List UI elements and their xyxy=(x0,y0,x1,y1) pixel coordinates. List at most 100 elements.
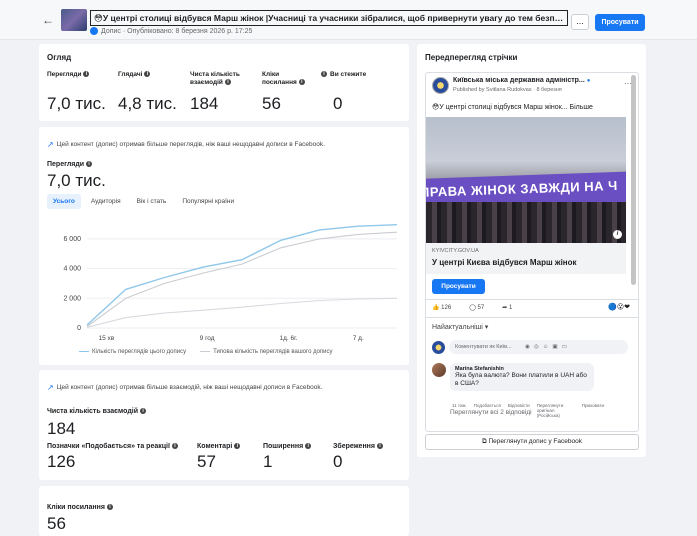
metric-label: Перегляди xyxy=(47,71,82,78)
link-title: У центрі Києва відбувся Марш жінок xyxy=(432,258,577,267)
metric-label: Чиста кількість взаємодій xyxy=(190,71,240,86)
metric-follows: i Ви стежите 0 xyxy=(321,71,401,113)
page-name[interactable]: Київська міська державна адміністр... ● xyxy=(453,77,603,84)
metric-link-clicks: Кліки посилання i 56 xyxy=(262,71,306,113)
commenter-avatar xyxy=(432,363,446,377)
post-thumbnail xyxy=(61,9,87,31)
more-options-button[interactable]: ... xyxy=(571,14,589,30)
view-on-facebook-button[interactable]: ⧉ Переглянути допис у Facebook xyxy=(425,434,639,450)
share-action[interactable]: ➦ 1 xyxy=(502,304,512,311)
top-bar: ← 😳У центрі столиці відбувся Марш жінок … xyxy=(0,0,697,40)
post-title: 😳У центрі столиці відбувся Марш жінок |У… xyxy=(90,10,568,26)
metric-label: Кліки посилання xyxy=(262,71,297,86)
comment-original-link[interactable]: Переглянути оригінал (Російська) xyxy=(537,403,575,418)
metric-value: 184 xyxy=(190,94,219,113)
sort-dropdown[interactable]: Найактуальніші ▾ xyxy=(432,323,488,331)
comment-placeholder: Коментувати як Київ... xyxy=(455,344,512,350)
info-icon[interactable]: i xyxy=(144,71,151,78)
metric-label: Позначки «Подобається» та реакції xyxy=(47,443,170,450)
metric-label: Поширення xyxy=(263,443,304,450)
info-icon[interactable]: i xyxy=(83,71,90,78)
preview-scrollbar[interactable] xyxy=(631,75,636,285)
legend-item-this-post: Кількість переглядів цього допису xyxy=(79,349,186,355)
composer-avatar xyxy=(432,340,445,354)
comment-count: 57 xyxy=(477,305,485,311)
comment-input[interactable]: Коментувати як Київ... ◉◎☺▣▭ xyxy=(449,340,628,354)
metric-viewers: Глядачі i 4,8 тис. xyxy=(118,71,178,113)
legend-label: Кількість переглядів цього допису xyxy=(92,349,187,355)
composer-tool-icons[interactable]: ◉◎☺▣▭ xyxy=(525,344,571,350)
metric-shares: Поширення i 1 xyxy=(263,443,312,472)
interactions-notice-text: Цей контент (допис) отримав більше взаєм… xyxy=(56,384,323,391)
metric-value: 0 xyxy=(333,94,343,113)
views-value: 7,0 тис. xyxy=(47,171,106,190)
preview-promote-button[interactable]: Просувати xyxy=(432,279,485,294)
link-clicks-value: 56 xyxy=(47,514,66,533)
metric-value: 56 xyxy=(262,94,281,113)
banner-text: ПРАВА ЖІНОК ЗАВЖДИ НА Ч xyxy=(426,177,618,200)
metric-value: 7,0 тис. xyxy=(47,94,106,113)
x-tick-label: 9 год xyxy=(200,335,215,342)
facebook-icon xyxy=(90,27,98,35)
post-meta-text: Допис · Опубліковано: 8 березня 2026 р. … xyxy=(101,27,253,35)
like-action[interactable]: 👍 126 xyxy=(432,304,451,311)
info-icon[interactable]: i xyxy=(224,79,231,86)
reactions-icon: 🔵😮❤ xyxy=(608,304,630,311)
metric-value: 57 xyxy=(197,452,216,471)
tab-top-countries[interactable]: Популярні країни xyxy=(176,194,240,209)
link-preview[interactable]: KYIVCITY.GOV.UA У центрі Києва відбувся … xyxy=(426,243,626,274)
metric-label: Коментарі xyxy=(197,443,233,450)
link-clicks-label: Кліки посилання i xyxy=(47,504,113,511)
interactions-label: Чиста кількість взаємодій i xyxy=(47,408,147,415)
x-tick-label: 7 д. xyxy=(353,335,364,342)
info-icon[interactable]: i xyxy=(305,443,312,450)
metric-reactions: Позначки «Подобається» та реакції i 126 xyxy=(47,443,178,472)
metric-label: Глядачі xyxy=(118,71,143,78)
tab-total[interactable]: Усього xyxy=(47,194,81,209)
metric-value: 0 xyxy=(333,452,343,471)
info-icon[interactable]: i xyxy=(234,443,241,450)
views-label: Перегляди i xyxy=(47,161,93,168)
facebook-post-preview: Київська міська державна адміністр... ● … xyxy=(425,72,639,432)
share-count: 1 xyxy=(508,305,513,311)
info-icon[interactable]: i xyxy=(86,161,93,168)
comment-action[interactable]: ◯ 57 xyxy=(469,304,484,311)
info-icon[interactable]: i xyxy=(171,443,178,450)
metric-value: 4,8 тис. xyxy=(118,94,177,113)
post-meta: Допис · Опубліковано: 8 березня 2026 р. … xyxy=(90,27,252,35)
comment-text: Яка була валюта? Вони платили в UAH або … xyxy=(455,372,587,387)
link-domain: KYIVCITY.GOV.UA xyxy=(432,248,479,254)
series-line xyxy=(86,297,398,328)
comment-bubble: Marina Stefanishin Яка була валюта? Вони… xyxy=(450,363,594,391)
metric-value: 126 xyxy=(47,452,76,471)
tab-age-gender[interactable]: Вік і стать xyxy=(131,194,173,209)
tab-audience[interactable]: Аудиторія xyxy=(85,194,127,209)
back-arrow-icon[interactable]: ← xyxy=(42,13,54,27)
legend-label: Типова кількість переглядів вашого допис… xyxy=(213,349,333,355)
metric-saves: Збереження i 0 xyxy=(333,443,383,472)
interactions-label-text: Чиста кількість взаємодій xyxy=(47,408,139,415)
trend-up-icon: ↗ xyxy=(47,140,54,149)
x-tick-label: 15 хв xyxy=(99,335,115,342)
x-tick-label: 1д. 6г. xyxy=(279,335,297,342)
comment-hide-link[interactable]: Приховати xyxy=(582,403,604,418)
like-count: 126 xyxy=(441,305,452,311)
verified-icon: ● xyxy=(586,78,591,84)
y-tick-label: 0 xyxy=(77,325,81,332)
views-chart-card: ↗ Цей контент (допис) отримав більше пер… xyxy=(39,127,409,365)
info-icon[interactable]: i xyxy=(376,443,383,450)
info-icon[interactable]: i xyxy=(106,504,113,511)
view-replies-link[interactable]: Переглянути всі 2 відповіді xyxy=(450,409,532,416)
info-icon[interactable]: i xyxy=(298,79,305,86)
photo-info-icon[interactable]: i xyxy=(613,230,622,239)
metric-views: Перегляди i 7,0 тис. xyxy=(47,71,107,113)
overview-card: Огляд Перегляди i 7,0 тис. Глядачі i 4,8 т… xyxy=(39,44,409,121)
comment-composer: Коментувати як Київ... ◉◎☺▣▭ xyxy=(432,339,628,355)
post-photo[interactable]: ПРАВА ЖІНОК ЗАВЖДИ НА Ч i xyxy=(426,117,626,243)
views-tabs: Усього Аудиторія Вік і стать Популярні к… xyxy=(47,194,240,209)
divider xyxy=(426,317,638,318)
page-name-text: Київська міська державна адміністр... xyxy=(453,77,585,84)
info-icon[interactable]: i xyxy=(321,71,327,78)
info-icon[interactable]: i xyxy=(140,408,147,415)
promote-button[interactable]: Просувати xyxy=(595,14,645,31)
